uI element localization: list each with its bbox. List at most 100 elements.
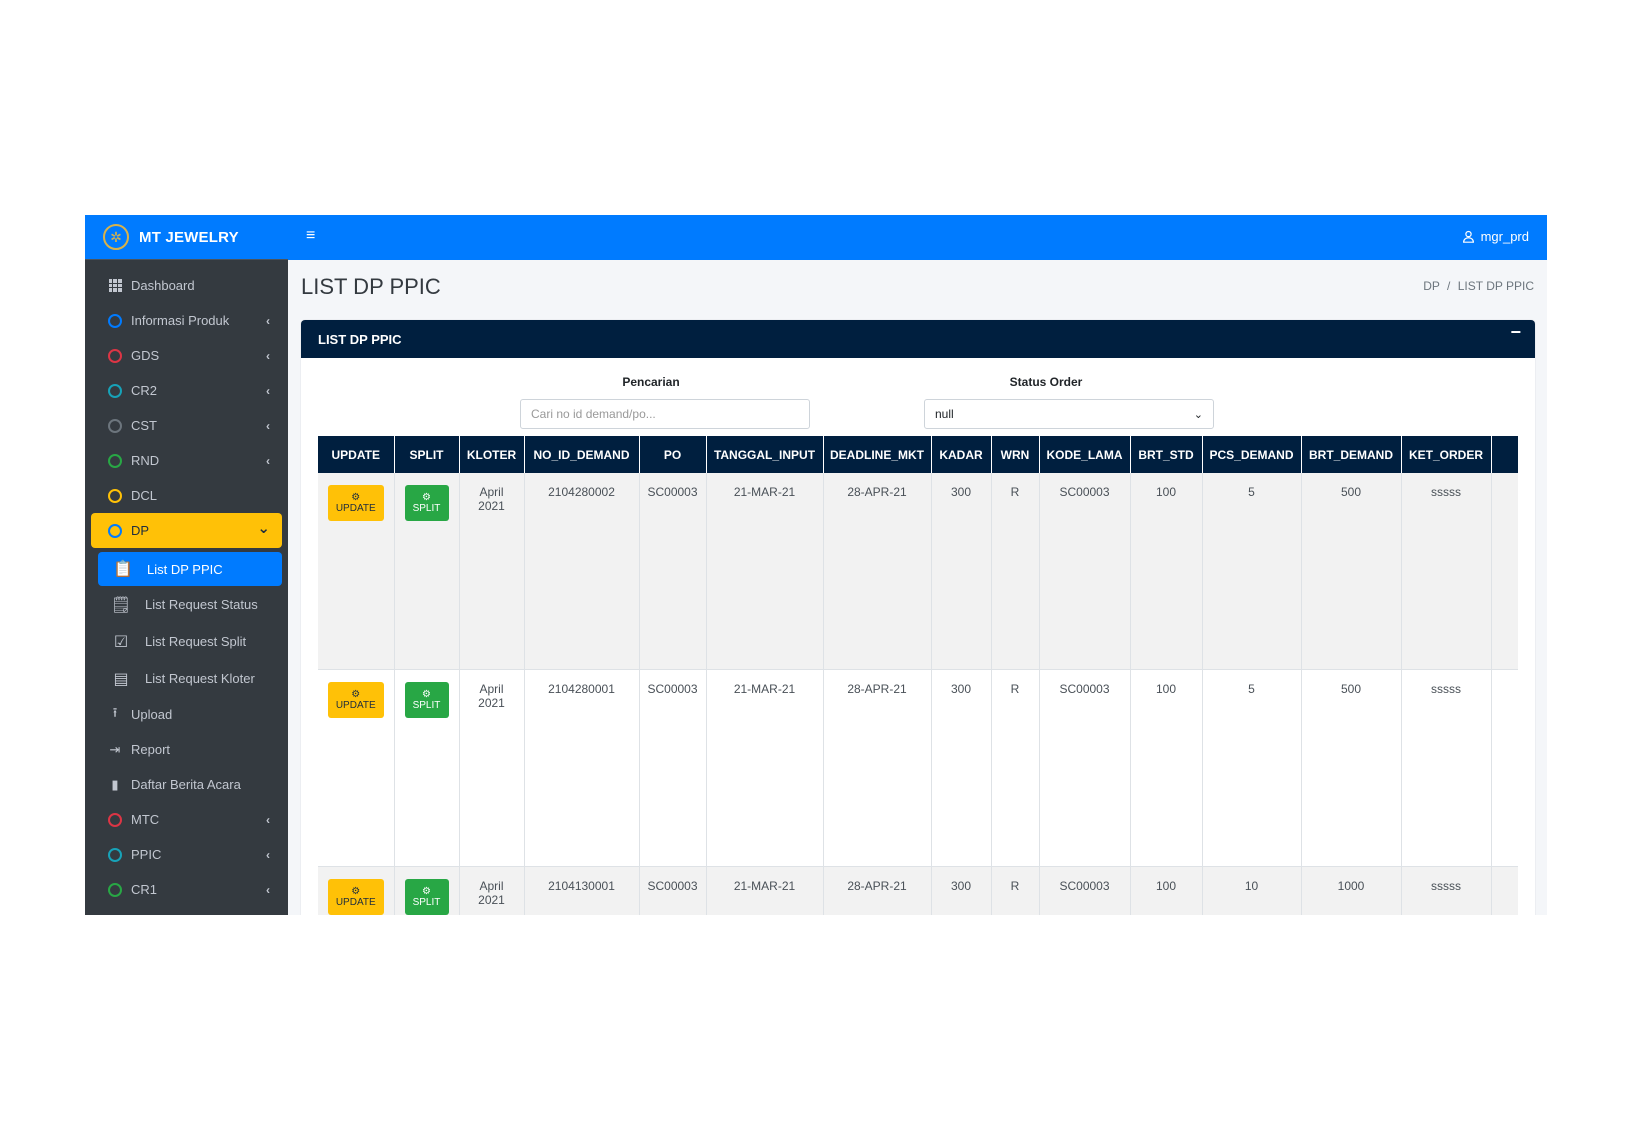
split-button[interactable]: ⚙ SPLIT xyxy=(404,485,449,521)
sidebar-item-label: Daftar Berita Acara xyxy=(131,777,241,792)
sidebar-item-label: DP xyxy=(131,523,150,538)
column-header-kode-lama[interactable]: KODE_LAMA xyxy=(1039,436,1131,473)
filters: Pencarian Cari no id demand/po... Status… xyxy=(301,358,1535,436)
split-button[interactable]: ⚙ SPLIT xyxy=(404,879,449,915)
chevron-left-icon: ‹ xyxy=(266,882,270,897)
brand-logo-icon: ✲ xyxy=(103,224,129,250)
topbar: ≡ mgr_prd xyxy=(288,215,1547,260)
sidebar-item-daftar-berita-acara[interactable]: ▮ Daftar Berita Acara xyxy=(85,767,288,802)
sidebar-item-dp[interactable]: DP ⌄ xyxy=(91,513,282,548)
grid-cell xyxy=(108,279,113,283)
column-header-split[interactable]: SPLIT xyxy=(394,436,460,473)
sidebar-item-report[interactable]: ⇥ Report xyxy=(85,732,288,767)
table-row: ⚙ UPDATE ⚙ SPLIT April 2021 2104280001 SC00003 2… xyxy=(318,669,1518,867)
sidebar-item-cr2[interactable]: CR2 ‹ xyxy=(85,373,288,408)
cell-no-id-demand: 2104280002 xyxy=(524,473,640,670)
grid-cell xyxy=(117,288,122,292)
page-title: LIST DP PPIC xyxy=(301,274,441,299)
table-container[interactable]: UPDATE SPLIT KLOTER NO_ID_DEMAND PO TANGGAL_I… xyxy=(318,436,1518,915)
sidebar-subitem-label: List DP PPIC xyxy=(147,561,223,577)
breadcrumb-current: LIST DP PPIC xyxy=(1457,279,1534,293)
sidebar: ✲ MT JEWELRY Dashboard Informasi Produk ‹ G… xyxy=(85,215,288,915)
sidebar-item-dcl[interactable]: DCL xyxy=(85,478,288,513)
user-menu[interactable]: mgr_prd xyxy=(1462,229,1529,244)
menu-toggle-icon[interactable]: ≡ xyxy=(306,227,315,245)
kloter-year: 2021 xyxy=(478,499,505,513)
sidebar-item-cr1[interactable]: CR1 ‹ xyxy=(85,872,288,907)
sidebar-item-label: DCL xyxy=(131,488,158,503)
update-button[interactable]: ⚙ UPDATE xyxy=(327,682,384,718)
sidebar-item-label: CR2 xyxy=(131,383,158,398)
circle-icon xyxy=(108,847,122,862)
sidebar-item-rnd[interactable]: RND ‹ xyxy=(85,443,288,478)
column-header-kadar[interactable]: KADAR xyxy=(931,436,992,473)
cell-tanggal-input: 21-MAR-21 xyxy=(706,473,824,670)
column-header-deadline-mkt[interactable]: DEADLINE_MKT xyxy=(823,436,932,473)
cell-no-id-demand: 2104280001 xyxy=(524,669,640,867)
gear-icon: ⚙ xyxy=(422,886,431,897)
brand[interactable]: ✲ MT JEWELRY xyxy=(85,215,288,260)
sidebar-subitem-list-request-status[interactable]: 🗒 List Request Status xyxy=(85,586,288,623)
sidebar-subitem-list-dp-ppic[interactable]: 📋 List DP PPIC xyxy=(98,552,282,586)
cell-wrn: R xyxy=(991,866,1040,915)
update-button[interactable]: ⚙ UPDATE xyxy=(327,485,384,521)
cell-wrn: R xyxy=(991,473,1040,670)
column-header-brt-std[interactable]: BRT_STD xyxy=(1130,436,1203,473)
column-header-ket-order[interactable]: KET_ORDER xyxy=(1401,436,1492,473)
circle-icon xyxy=(107,812,123,827)
update-button-label: UPDATE xyxy=(335,503,376,514)
user-icon xyxy=(1462,230,1474,243)
file-icon: ▮ xyxy=(111,776,119,792)
sidebar-subitem-list-request-split[interactable]: ☑ List Request Split xyxy=(85,623,288,660)
sidebar-item-label: Report xyxy=(131,742,171,757)
split-button[interactable]: ⚙ SPLIT xyxy=(404,682,449,718)
update-button[interactable]: ⚙ UPDATE xyxy=(327,879,384,915)
update-button-label: UPDATE xyxy=(335,700,376,711)
table-row: ⚙ UPDATE ⚙ SPLIT April 2021 2104280002 SC00003 2… xyxy=(318,473,1518,670)
table-body: ⚙ UPDATE ⚙ SPLIT April 2021 2104280002 SC00003 2… xyxy=(318,473,1518,915)
checklist-icon: ☑ xyxy=(113,633,129,651)
breadcrumb-link-dp[interactable]: DP xyxy=(1423,279,1439,293)
sidebar-item-ppic[interactable]: PPIC ‹ xyxy=(85,837,288,872)
sidebar-subitem-list-request-kloter[interactable]: ▤ List Request Kloter xyxy=(85,660,288,697)
column-header-kloter[interactable]: KLOTER xyxy=(459,436,525,473)
column-header-update[interactable]: UPDATE xyxy=(318,436,395,473)
sidebar-item-gds[interactable]: GDS ‹ xyxy=(85,338,288,373)
circle-icon xyxy=(108,812,122,827)
sidebar-item-cst[interactable]: CST ‹ xyxy=(85,408,288,443)
column-header-po[interactable]: PO xyxy=(639,436,707,473)
cell-pcs-demand: 10 xyxy=(1202,866,1302,915)
column-header-no-id-demand[interactable]: NO_ID_DEMAND xyxy=(524,436,640,473)
sidebar-item-informasi-produk[interactable]: Informasi Produk ‹ xyxy=(85,303,288,338)
sidebar-item-label: PPIC xyxy=(131,847,162,862)
column-header-tanggal-input[interactable]: TANGGAL_INPUT xyxy=(706,436,824,473)
clipboard-icon: 📋 xyxy=(113,561,133,578)
column-header-ko[interactable]: KO xyxy=(1491,436,1518,473)
sidebar-item-mtc[interactable]: MTC ‹ xyxy=(85,802,288,837)
sidebar-item-label: RND xyxy=(131,453,160,468)
circle-icon xyxy=(108,313,122,328)
cell-kode-lama: SC00003 xyxy=(1039,669,1131,867)
cell-tanggal-input: 21-MAR-21 xyxy=(706,866,824,915)
status-order-select[interactable]: null ⌄ xyxy=(924,399,1214,429)
search-input[interactable]: Cari no id demand/po... xyxy=(520,399,810,429)
grid-icon xyxy=(107,279,123,292)
circle-icon xyxy=(108,418,122,433)
grid-cell xyxy=(113,283,117,288)
sidebar-item-upload[interactable]: ⭱ Upload xyxy=(85,697,288,732)
kloter-year: 2021 xyxy=(478,893,505,907)
sidebar-item-label: GDS xyxy=(131,348,160,363)
cell-ko: S xyxy=(1491,473,1518,670)
circle-icon xyxy=(107,523,123,538)
circle-icon xyxy=(108,453,122,468)
chevron-left-icon: ‹ xyxy=(266,383,270,398)
column-header-wrn[interactable]: WRN xyxy=(991,436,1040,473)
circle-icon xyxy=(108,523,122,538)
cell-split: ⚙ SPLIT xyxy=(394,866,460,915)
column-header-brt-demand[interactable]: BRT_DEMAND xyxy=(1301,436,1402,473)
kloter-month: April xyxy=(479,485,504,499)
column-header-pcs-demand[interactable]: PCS_DEMAND xyxy=(1202,436,1302,473)
sidebar-item-dashboard[interactable]: Dashboard xyxy=(85,268,288,303)
cell-ket-order: sssss xyxy=(1401,669,1492,867)
collapse-button[interactable]: − xyxy=(1510,322,1521,343)
